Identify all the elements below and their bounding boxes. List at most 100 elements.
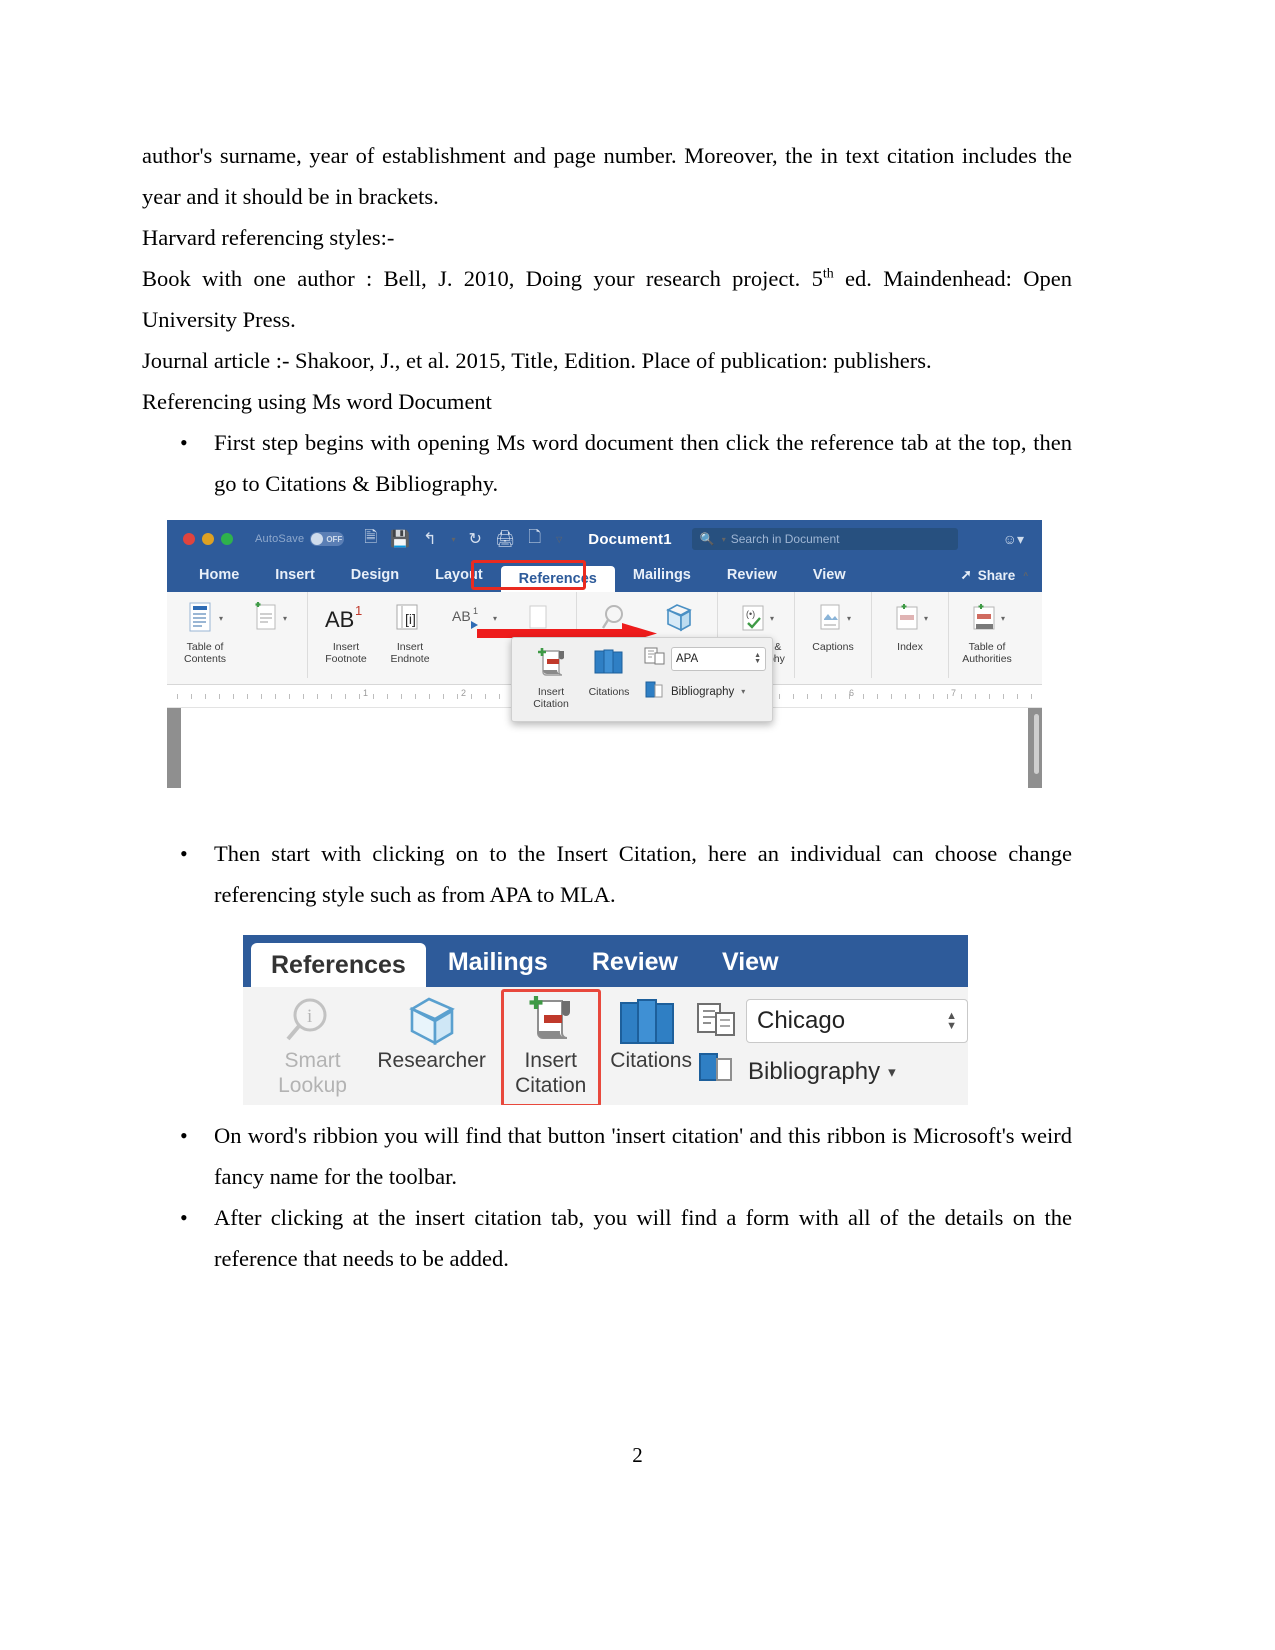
index-dropdown-icon[interactable]: ▾ [924, 614, 928, 623]
ribbon-bar-zoomed: i Smart Lookup Researcher Insert Citatio… [243, 987, 968, 1105]
citation-style-select[interactable]: Chicago ▲ ▼ [745, 999, 968, 1043]
ribbon-item-index[interactable]: ▾ Index [878, 598, 942, 678]
ribbon-item-captions[interactable]: ▾ Captions [801, 598, 865, 678]
ruler-number: 6 [849, 688, 855, 698]
ribbon-item-bibliography[interactable]: Bibliography ▾ [696, 1051, 968, 1092]
autosave-toggle[interactable]: OFF [310, 532, 345, 546]
references-tab-highlight-box [471, 560, 586, 590]
page-number: 2 [632, 1443, 643, 1467]
share-icon: ➚ [960, 567, 972, 582]
ribbon-collapse-icon[interactable]: ^ [1023, 571, 1028, 580]
list-item: • On word's ribbion you will find that b… [142, 1115, 1072, 1197]
insert-citation-icon [534, 646, 568, 683]
paragraph-journal-article: Journal article :- Shakoor, J., et al. 2… [142, 348, 932, 373]
tab-mailings[interactable]: Mailings [615, 558, 709, 592]
tab-insert[interactable]: Insert [257, 558, 333, 592]
save-icon[interactable]: 💾 [390, 529, 410, 549]
ruler-number: 1 [363, 688, 369, 698]
qat-overflow-icon[interactable]: ▽ [556, 535, 562, 544]
tab-design[interactable]: Design [333, 558, 417, 592]
add-text-icon: ▾ [251, 598, 287, 638]
tab-view[interactable]: View [700, 937, 801, 987]
researcher-icon [400, 993, 464, 1047]
citations-dropdown-icon[interactable]: ▾ [770, 614, 774, 623]
bullet-dot-icon: • [180, 1123, 188, 1148]
citations-bibliography-dropdown-panel[interactable]: Insert Citation Citations APA ▲ ▼ Biblio… [511, 637, 773, 722]
ribbon-item-researcher[interactable]: Researcher [372, 993, 491, 1072]
tab-review[interactable]: Review [709, 558, 795, 592]
citation-style-select[interactable]: APA ▲ ▼ [671, 646, 766, 671]
search-input[interactable]: 🔍 ▾ Search in Document [691, 528, 958, 550]
dropdown-item-insert-citation[interactable]: Insert Citation [522, 646, 580, 710]
print-icon[interactable]: 🖨 [495, 529, 515, 549]
share-button[interactable]: ➚ Share ^ [960, 567, 1042, 583]
maximize-window-icon[interactable] [221, 533, 233, 545]
ribbon-group-authorities: ▾ Table of Authorities [949, 592, 1025, 678]
paragraph-referencing-msword: Referencing using Ms word Document [142, 389, 492, 414]
window-controls[interactable] [183, 533, 233, 545]
search-icon: 🔍 [699, 532, 715, 546]
tab-view[interactable]: View [795, 558, 864, 592]
insert-footnote-icon: AB 1 [323, 598, 369, 638]
bullet-dot-icon: • [180, 1205, 188, 1230]
undo-icon[interactable]: ↰ [423, 529, 436, 549]
document-page: author's surname, year of establishment … [0, 0, 1275, 1650]
minimize-window-icon[interactable] [202, 533, 214, 545]
undo-dropdown-icon[interactable]: ▾ [452, 535, 456, 544]
word-ribbon-screenshot-1: AutoSave OFF 🗎 💾 ↰ ▾ ↻ 🖨 🗋 ▽ Document1 🔍… [167, 520, 1042, 788]
svg-text:AB: AB [452, 608, 471, 624]
bullet-list-bottom: • On word's ribbion you will find that b… [142, 1115, 1072, 1279]
bibliography-dropdown-icon[interactable]: ▾ [888, 1063, 896, 1081]
index-icon: ▾ [892, 598, 928, 638]
style-spinner-icon[interactable]: ▲ ▼ [754, 652, 761, 665]
bibliography-dropdown-icon[interactable]: ▾ [741, 687, 745, 696]
search-dropdown-icon[interactable]: ▾ [722, 535, 726, 544]
tab-references[interactable]: References [251, 943, 426, 987]
ribbon-item-insert-citation[interactable]: Insert Citation [491, 989, 610, 1105]
ribbon-tabs-zoomed[interactable]: References Mailings Review View [243, 935, 968, 987]
word-ribbon-tabs[interactable]: Home Insert Design Layout References Mai… [167, 558, 1042, 592]
close-window-icon[interactable] [183, 533, 195, 545]
dropdown-item-citations[interactable]: Citations [580, 646, 638, 698]
style-spinner-icon[interactable]: ▲ ▼ [946, 1011, 957, 1032]
ribbon-item-insert-endnote[interactable]: [i] Insert Endnote [378, 598, 442, 678]
ribbon-item-insert-footnote[interactable]: AB 1 Insert Footnote [314, 598, 378, 678]
vertical-scrollbar[interactable] [1034, 714, 1039, 774]
ruler-number: 7 [951, 688, 957, 698]
ribbon-item-table-of-contents[interactable]: ▾ Table of Contents [173, 598, 237, 678]
list-item: • After clicking at the insert citation … [142, 1197, 1072, 1279]
dropdown-item-bibliography[interactable]: Bibliography ▾ [644, 680, 766, 703]
word-ribbon-screenshot-2: References Mailings Review View i Smart … [243, 935, 968, 1105]
ribbon-label: Insert Endnote [390, 641, 430, 665]
ribbon-group-toc: ▾ Table of Contents ▾ [167, 592, 308, 678]
tab-mailings[interactable]: Mailings [426, 937, 570, 987]
toc-dropdown-icon[interactable]: ▾ [219, 614, 223, 623]
svg-text:i: i [307, 1006, 312, 1027]
citations-bibliography-icon: (•) ▾ [738, 598, 774, 638]
ruler-number: 2 [461, 688, 467, 698]
feedback-smiley-icon[interactable]: ☺▾ [1003, 531, 1024, 548]
list-item-text: On word's ribbion you will find that but… [214, 1123, 1072, 1189]
new-document-icon[interactable]: 🗎 [364, 526, 377, 553]
authorities-dropdown-icon[interactable]: ▾ [1001, 614, 1005, 623]
captions-dropdown-icon[interactable]: ▾ [847, 614, 851, 623]
citations-books-icon [615, 993, 687, 1047]
smart-lookup-icon: i [283, 993, 343, 1047]
ribbon-label: Insert Footnote [325, 641, 367, 665]
add-text-dropdown-icon[interactable]: ▾ [283, 614, 287, 623]
tab-home[interactable]: Home [181, 558, 257, 592]
ribbon-item-add-text[interactable]: ▾ [237, 598, 301, 678]
ribbon-label: Index [897, 641, 923, 653]
redo-icon[interactable]: ↻ [469, 529, 482, 549]
ribbon-item-smart-lookup[interactable]: i Smart Lookup [253, 993, 372, 1097]
ordinal-suffix: th [822, 266, 834, 282]
page-icon[interactable]: 🗋 [528, 526, 541, 553]
ribbon-label: Table of Authorities [962, 641, 1012, 665]
ribbon-item-table-of-authorities[interactable]: ▾ Table of Authorities [955, 598, 1019, 678]
ribbon-label: Table of Contents [183, 641, 227, 665]
ribbon-item-citations[interactable]: Citations [610, 993, 692, 1072]
tab-review[interactable]: Review [570, 937, 700, 987]
list-item-text: First step begins with opening Ms word d… [214, 430, 1072, 496]
list-item: • Then start with clicking on to the Ins… [142, 833, 1072, 915]
quick-access-toolbar[interactable]: 🗎 💾 ↰ ▾ ↻ 🖨 🗋 ▽ [364, 526, 562, 553]
